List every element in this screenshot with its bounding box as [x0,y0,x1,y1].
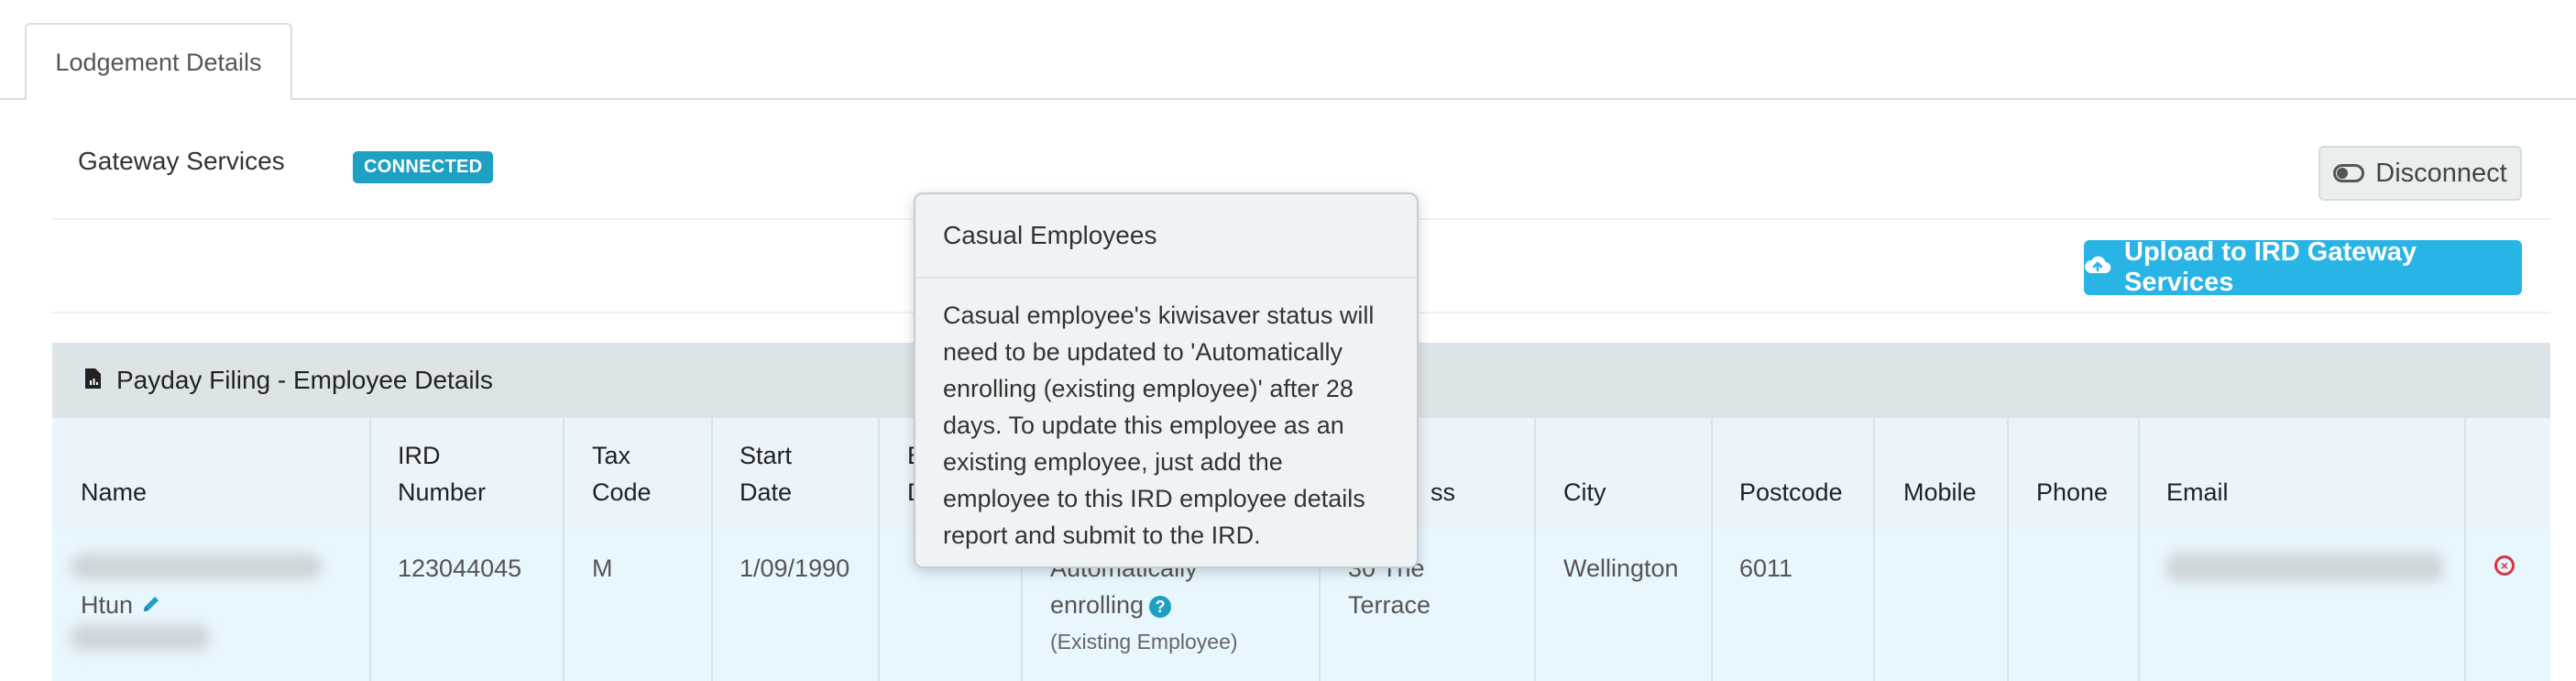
upload-label: Upload to IRD Gateway Services [2124,237,2417,297]
col-header-address: ss [1431,478,1455,506]
casual-employees-popover: Casual Employees Casual employee's kiwis… [914,192,1419,568]
pencil-icon[interactable] [140,588,162,625]
panel-title: Payday Filing - Employee Details [116,366,493,394]
disconnect-label: Disconnect [2375,158,2507,188]
toggle-icon [2333,164,2365,182]
col-header-tax-code: Tax Code [592,442,652,506]
cloud-upload-icon [2084,253,2111,283]
status-badge: CONNECTED [353,151,494,183]
cell-ird: 123044045 [398,555,522,582]
employee-name: Htun [81,587,162,625]
tab-lodgement-details[interactable]: Lodgement Details [25,23,292,100]
col-header-start-date: Start Date [740,442,793,506]
blurred-email [2167,553,2442,582]
remove-circle-icon[interactable]: × [2494,555,2515,576]
upload-to-ird-button[interactable]: Upload to IRD Gateway Services [2084,237,2522,297]
cell-postcode: 6011 [1739,555,1793,582]
blurred-name [71,554,321,579]
blurred-name [71,625,209,651]
gateway-services-label: Gateway Services [78,147,285,175]
cell-city: Wellington [1563,555,1679,582]
popover-title: Casual Employees [915,194,1417,279]
col-header-postcode: Postcode [1739,478,1843,506]
col-header-phone: Phone [2036,478,2109,506]
popover-body: Casual employee's kiwisaver status will … [943,302,1375,549]
disconnect-button[interactable]: Disconnect [2318,146,2522,201]
col-header-ird: IRD Number [398,442,487,506]
col-header-name: Name [81,478,148,506]
col-header-email: Email [2166,478,2229,506]
cell-tax-code: M [592,555,613,582]
col-header-mobile: Mobile [1903,478,1977,506]
cell-start-date: 1/09/1990 [740,555,850,582]
tab-bar-border [0,98,2576,100]
col-header-city: City [1563,478,1606,506]
report-file-icon [83,368,102,394]
question-icon[interactable]: ? [1149,595,1172,618]
